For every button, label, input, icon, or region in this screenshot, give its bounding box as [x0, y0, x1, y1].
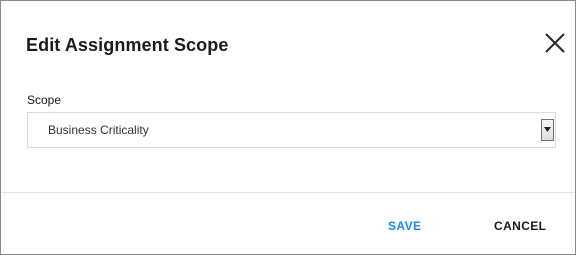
scope-selected-value: Business Criticality	[48, 123, 149, 137]
save-button[interactable]: SAVE	[388, 219, 421, 233]
dialog-title: Edit Assignment Scope	[26, 35, 229, 55]
chevron-down-icon	[544, 127, 551, 132]
close-icon	[545, 33, 565, 53]
footer-divider	[1, 192, 575, 193]
edit-assignment-scope-dialog: Edit Assignment Scope Scope Business Cri…	[0, 0, 576, 255]
cancel-button[interactable]: CANCEL	[494, 219, 546, 233]
scope-label: Scope	[27, 93, 62, 107]
close-button[interactable]	[544, 32, 566, 54]
scope-select[interactable]: Business Criticality	[27, 112, 556, 148]
scope-dropdown-button[interactable]	[541, 119, 554, 141]
